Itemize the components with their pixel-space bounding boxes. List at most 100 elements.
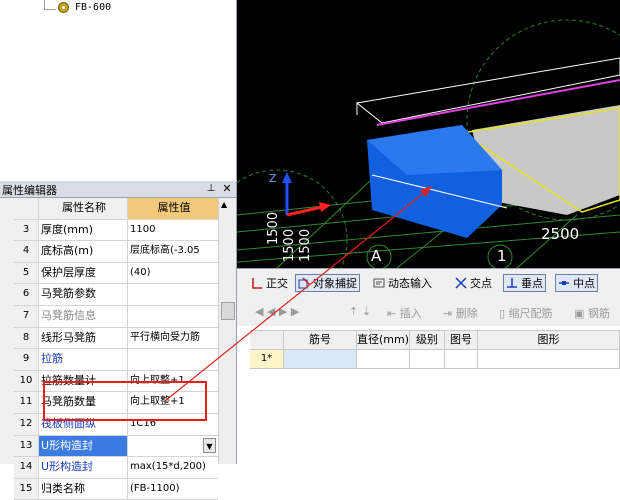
scrollbar-thumb[interactable] bbox=[221, 302, 235, 320]
midpoint-icon bbox=[559, 281, 569, 285]
property-row-number: 4 bbox=[14, 241, 39, 262]
rebar-header-number: 筋号 bbox=[284, 331, 357, 349]
intersection-snap-button[interactable]: 交点 bbox=[455, 274, 492, 292]
delete-label: 删除 bbox=[455, 307, 478, 320]
property-row[interactable]: 14 U形构造封 max(15*d,200) bbox=[14, 457, 218, 479]
property-row-number: 15 bbox=[14, 478, 39, 500]
rebar-header-corner bbox=[250, 331, 284, 349]
property-name: 马凳筋参数 bbox=[39, 284, 128, 305]
property-name: U形构造封 bbox=[39, 457, 128, 478]
dynamic-input-icon bbox=[373, 278, 385, 288]
rebar-table-header: 筋号 直径(mm) 级别 图号 图形 bbox=[250, 330, 620, 350]
midpoint-label: 中点 bbox=[573, 277, 595, 290]
dimension-labels: 1500 1500 1500 bbox=[266, 212, 313, 262]
scroll-up-arrow-icon[interactable]: ▲ bbox=[221, 200, 227, 209]
property-row-number: 10 bbox=[14, 370, 39, 392]
property-row-number: 8 bbox=[14, 327, 39, 349]
rebar-button[interactable]: ▣ 钢筋 bbox=[574, 305, 610, 321]
property-grid: 属性名称 属性值 3 厚度(mm) 1100 4 底标高(m) 层底标高(-3.05 5 保护… bbox=[14, 198, 218, 500]
z-axis-label: Z bbox=[269, 172, 277, 185]
property-value[interactable] bbox=[128, 349, 218, 370]
tree-node-fb600[interactable]: FB-600 bbox=[58, 2, 111, 13]
pin-icon[interactable]: ⊥ bbox=[204, 181, 218, 196]
property-editor-title-bar: 属性编辑器 ⊥ ✕ bbox=[0, 181, 236, 198]
property-row-number: 9 bbox=[14, 349, 39, 370]
rebar-header-figure-no: 图号 bbox=[445, 331, 478, 349]
property-value[interactable]: 1100 bbox=[128, 220, 218, 241]
rebar-diameter-cell[interactable] bbox=[357, 350, 410, 368]
property-row[interactable]: 9 拉筋 bbox=[14, 349, 218, 371]
column-header-name: 属性名称 bbox=[39, 198, 128, 219]
dimension-label-1500: 1500 bbox=[298, 229, 313, 262]
object-snap-button[interactable]: 对象捕捉 bbox=[295, 274, 360, 292]
property-row[interactable]: 13 U形构造封 ▼ bbox=[14, 435, 218, 458]
scale-rebar-button[interactable]: ▯ 缩尺配筋 bbox=[499, 305, 553, 321]
perpendicular-icon bbox=[507, 278, 517, 288]
rebar-grade-cell[interactable] bbox=[410, 350, 445, 368]
property-value[interactable]: max(15*d,200) bbox=[128, 457, 218, 478]
property-row-number: 3 bbox=[14, 219, 39, 241]
rebar-label: 钢筋 bbox=[587, 307, 610, 320]
property-value[interactable]: (FB-1100) bbox=[128, 479, 218, 500]
dynamic-input-button[interactable]: 动态输入 bbox=[373, 274, 432, 292]
ortho-icon bbox=[252, 278, 262, 289]
status-toolbar: 正交 对象捕捉 动态输入 交点 垂点 中点 bbox=[237, 268, 620, 298]
navigation-arrows-icon[interactable]: ◀ ◀ ▶ ▶ bbox=[255, 305, 299, 318]
property-grid-header: 属性名称 属性值 bbox=[14, 198, 218, 220]
property-name: 归类名称 bbox=[39, 478, 128, 500]
property-row[interactable]: 3 厚度(mm) 1100 bbox=[14, 219, 218, 242]
ortho-button[interactable]: 正交 bbox=[251, 274, 288, 292]
property-row[interactable]: 6 马凳筋参数 bbox=[14, 284, 218, 306]
move-arrows-icon[interactable]: ⇡ ⇣ bbox=[349, 305, 371, 318]
rebar-shape-cell[interactable] bbox=[478, 350, 620, 368]
dropdown-arrow-icon[interactable]: ▼ bbox=[203, 437, 216, 453]
dynamic-input-label: 动态输入 bbox=[388, 277, 432, 290]
perpendicular-snap-button[interactable]: 垂点 bbox=[503, 274, 546, 292]
property-row[interactable]: 7 马凳筋信息 bbox=[14, 305, 218, 328]
property-row-number: 14 bbox=[14, 457, 39, 478]
snap-icon bbox=[298, 277, 310, 289]
row-marker: 1* bbox=[250, 350, 284, 368]
property-row[interactable]: 8 线形马凳筋 平行横向受力筋 bbox=[14, 327, 218, 350]
gear-icon bbox=[58, 2, 69, 13]
rebar-table: 筋号 直径(mm) 级别 图号 图形 1* bbox=[250, 330, 620, 369]
property-name: 保护层厚度 bbox=[39, 262, 128, 284]
component-tree-panel: FB-600 bbox=[0, 0, 237, 180]
close-icon[interactable]: ✕ bbox=[220, 181, 234, 196]
property-name: U形构造封 bbox=[39, 435, 128, 457]
property-editor-title: 属性编辑器 bbox=[2, 184, 57, 197]
property-editor-panel: 属性编辑器 ⊥ ✕ 属性名称 属性值 3 厚度(mm) 1100 4 底标高(m) 层底标… bbox=[0, 181, 237, 500]
property-row-number: 11 bbox=[14, 392, 39, 413]
property-row-number: 13 bbox=[14, 435, 39, 457]
dimension-label-2500: 2500 bbox=[541, 225, 580, 243]
property-value[interactable] bbox=[128, 306, 218, 327]
annotation-highlight-box bbox=[43, 381, 207, 421]
property-row[interactable]: 5 保护层厚度 (40) bbox=[14, 262, 218, 285]
dimension-label-1500: 1500 bbox=[282, 229, 297, 262]
property-row-number: 5 bbox=[14, 262, 39, 284]
column-header-value: 属性值 bbox=[128, 198, 218, 219]
rebar-header-shape: 图形 bbox=[478, 331, 620, 349]
property-name: 拉筋 bbox=[39, 349, 128, 370]
property-row[interactable]: 15 归类名称 (FB-1100) bbox=[14, 478, 218, 500]
property-row[interactable]: 4 底标高(m) 层底标高(-3.05 bbox=[14, 241, 218, 263]
property-value[interactable]: 层底标高(-3.05 bbox=[128, 241, 218, 262]
ortho-label: 正交 bbox=[266, 277, 288, 290]
rebar-number-cell[interactable] bbox=[284, 350, 357, 368]
property-value[interactable]: (40) bbox=[128, 263, 218, 284]
property-name: 线形马凳筋 bbox=[39, 327, 128, 349]
insert-button[interactable]: ⇤ 插入 bbox=[387, 305, 422, 321]
tree-connector bbox=[44, 0, 45, 9]
delete-button[interactable]: ⇥ 删除 bbox=[443, 305, 478, 321]
property-value[interactable]: 平行横向受力筋 bbox=[128, 328, 218, 349]
table-row[interactable]: 1* bbox=[250, 350, 620, 369]
z-axis-arrow bbox=[282, 172, 292, 183]
property-name: 厚度(mm) bbox=[39, 219, 128, 241]
rebar-figure-cell[interactable] bbox=[445, 350, 478, 368]
property-value[interactable] bbox=[128, 284, 218, 305]
property-name: 马凳筋信息 bbox=[39, 305, 128, 327]
tree-connector bbox=[44, 9, 56, 10]
perpendicular-label: 垂点 bbox=[521, 277, 543, 290]
midpoint-snap-button[interactable]: 中点 bbox=[555, 274, 598, 292]
property-grid-scrollbar[interactable]: ▲ bbox=[218, 198, 236, 464]
